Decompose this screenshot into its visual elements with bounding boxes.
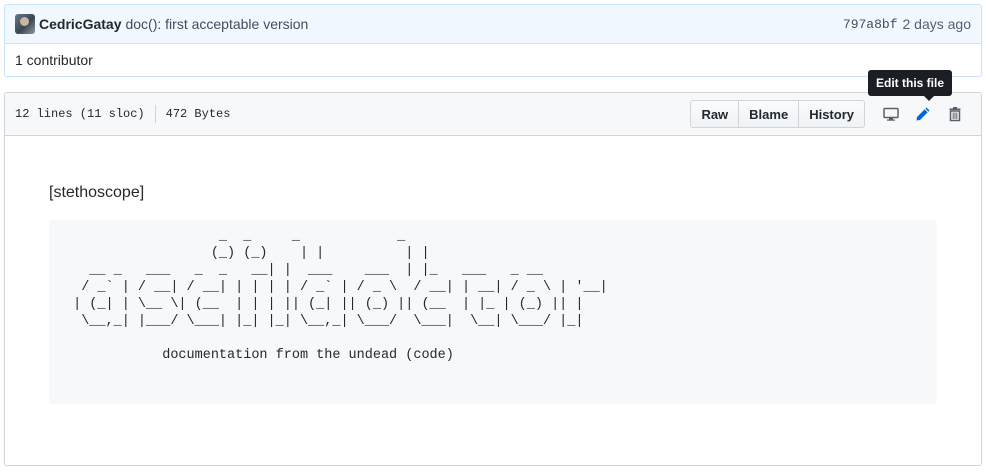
edit-tooltip: Edit this file	[868, 70, 953, 101]
commit-meta: 797a8bf 2 days ago	[843, 16, 971, 32]
divider	[154, 105, 156, 123]
file-box: 12 lines (11 sloc) 472 Bytes Raw Blame H…	[4, 92, 982, 466]
commit-message[interactable]: doc(): first acceptable version	[125, 16, 308, 32]
blame-button[interactable]: Blame	[738, 100, 800, 128]
commit-time: 2 days ago	[902, 16, 972, 32]
file-actions: Raw Blame History	[690, 100, 865, 128]
file-header: 12 lines (11 sloc) 472 Bytes Raw Blame H…	[5, 93, 981, 136]
file-size: 472 Bytes	[165, 107, 231, 121]
pencil-icon[interactable]	[907, 100, 939, 128]
readme-tag: [stethoscope]	[49, 184, 145, 201]
readme-body: [stethoscope] _ _ _ _ (_) (_) | | | | __…	[5, 184, 981, 404]
file-lines: 12 lines (11 sloc)	[15, 107, 145, 121]
trash-icon[interactable]	[939, 100, 971, 128]
commit-author[interactable]: CedricGatay	[39, 16, 121, 32]
raw-button[interactable]: Raw	[690, 100, 740, 128]
avatar[interactable]	[15, 14, 35, 34]
contributors-count[interactable]: 1 contributor	[15, 52, 93, 68]
desktop-icon[interactable]	[875, 100, 907, 128]
history-button[interactable]: History	[798, 100, 865, 128]
commit-tease: CedricGatay doc(): first acceptable vers…	[4, 4, 982, 44]
commit-sha[interactable]: 797a8bf	[843, 17, 898, 32]
contributors-bar: 1 contributor	[4, 44, 982, 77]
file-info: 12 lines (11 sloc) 472 Bytes	[15, 105, 230, 123]
file-icon-actions	[875, 100, 971, 128]
ascii-art-block: _ _ _ _ (_) (_) | | | | __ _ ___ _ _ __|…	[49, 220, 937, 404]
